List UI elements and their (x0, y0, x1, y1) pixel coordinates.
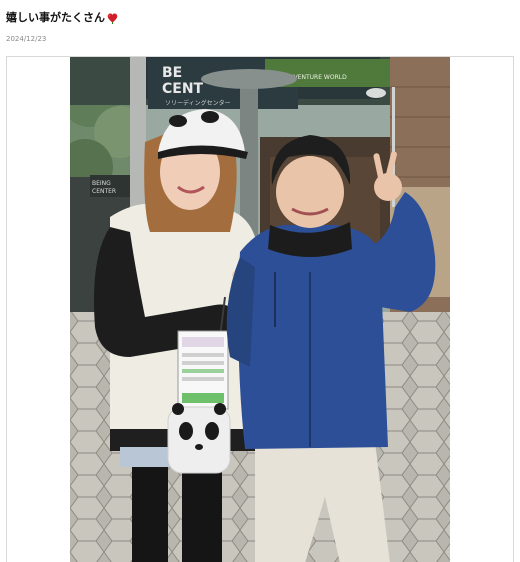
sign-text-cent: CENT (162, 81, 204, 97)
post-title: 嬉しい事がたくさん (6, 9, 514, 27)
blog-post: 嬉しい事がたくさん 2024/12/23 BE CENT ソリーディングセンター… (0, 0, 520, 562)
sign-subtext: ソリーディングセンター (165, 99, 231, 107)
post-title-text: 嬉しい事がたくさん (6, 11, 105, 24)
photo-frame: BE CENT ソリーディングセンター ADVENTURE WORLD BEIN… (6, 56, 514, 562)
post-photo[interactable]: BE CENT ソリーディングセンター ADVENTURE WORLD BEIN… (70, 57, 450, 562)
post-header: 嬉しい事がたくさん 2024/12/23 (6, 9, 514, 44)
svg-text:CENTER: CENTER (92, 188, 116, 195)
red-heart-icon (107, 12, 118, 24)
post-date: 2024/12/23 (6, 35, 47, 43)
svg-text:BEING: BEING (92, 180, 111, 187)
sign-text-be: BE (162, 65, 182, 81)
